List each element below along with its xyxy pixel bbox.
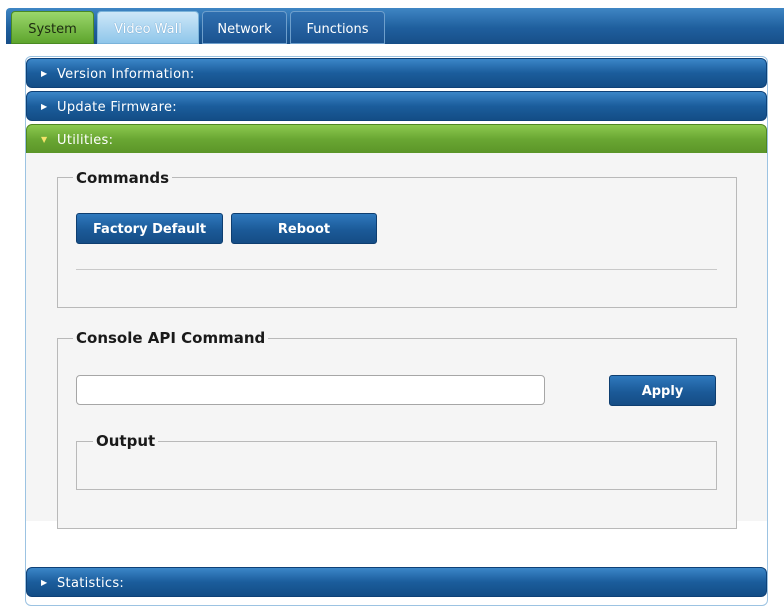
tab-system[interactable]: System: [11, 11, 94, 44]
tab-video-wall[interactable]: Video Wall: [97, 11, 199, 44]
accordion-utilities[interactable]: ▼ Utilities:: [26, 124, 767, 154]
caret-down-icon: ▼: [41, 135, 48, 144]
factory-default-button[interactable]: Factory Default: [76, 213, 223, 244]
console-command-input[interactable]: [76, 375, 545, 405]
accordion-label: Version Information:: [57, 66, 195, 82]
accordion-label: Utilities:: [57, 132, 114, 148]
accordion-statistics[interactable]: ▶ Statistics:: [26, 567, 767, 597]
divider: [76, 269, 717, 270]
tab-network[interactable]: Network: [202, 11, 287, 44]
commands-legend: Commands: [73, 169, 173, 187]
output-legend: Output: [93, 432, 159, 450]
accordion-label: Statistics:: [57, 575, 125, 591]
tab-functions[interactable]: Functions: [290, 11, 385, 44]
console-api-legend: Console API Command: [73, 329, 269, 347]
caret-right-icon: ▶: [41, 69, 48, 78]
caret-right-icon: ▶: [41, 102, 48, 111]
accordion-label: Update Firmware:: [57, 99, 177, 115]
apply-button[interactable]: Apply: [609, 375, 716, 406]
reboot-button[interactable]: Reboot: [231, 213, 377, 244]
console-api-group: [57, 338, 737, 529]
accordion-update-firmware[interactable]: ▶ Update Firmware:: [26, 91, 767, 121]
caret-right-icon: ▶: [41, 578, 48, 587]
output-box: [76, 441, 717, 490]
top-tab-bar: System Video Wall Network Functions: [6, 8, 784, 44]
accordion-version-information[interactable]: ▶ Version Information:: [26, 58, 767, 88]
